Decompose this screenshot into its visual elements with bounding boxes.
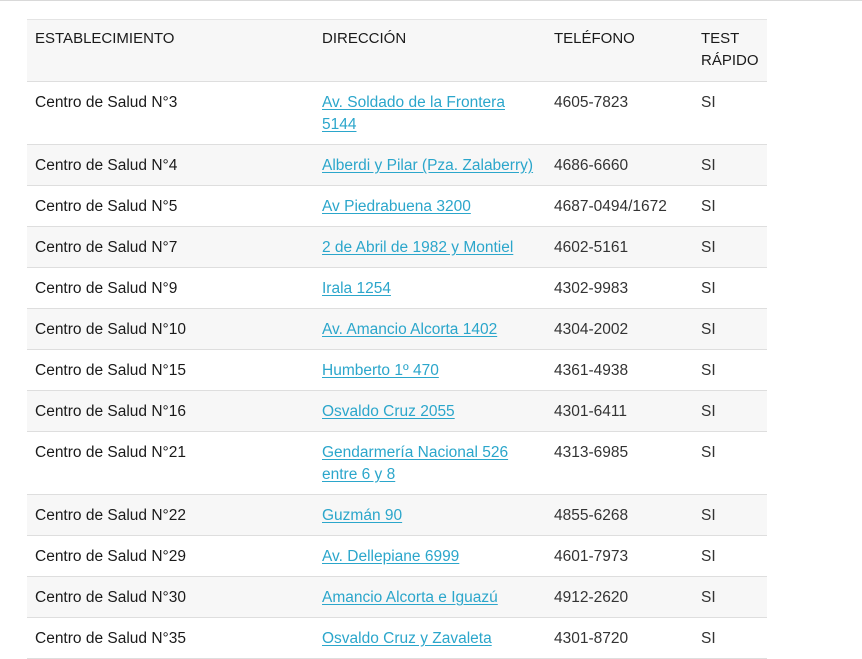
rapid-test-cell: SI bbox=[693, 431, 767, 495]
page: ESTABLECIMIENTO DIRECCIÓN TELÉFONO TEST … bbox=[0, 0, 862, 659]
address-link[interactable]: Av. Amancio Alcorta 1402 bbox=[322, 321, 497, 338]
header-direccion: DIRECCIÓN bbox=[314, 19, 546, 82]
table-row: Centro de Salud N°5 Av Piedrabuena 3200 46… bbox=[27, 185, 767, 227]
address-link[interactable]: Av Piedrabuena 3200 bbox=[322, 198, 471, 215]
header-telefono: TELÉFONO bbox=[546, 19, 693, 82]
table-header-row: ESTABLECIMIENTO DIRECCIÓN TELÉFONO TEST … bbox=[27, 19, 767, 82]
health-centers-table: ESTABLECIMIENTO DIRECCIÓN TELÉFONO TEST … bbox=[27, 19, 767, 659]
establishment-name: Centro de Salud N°35 bbox=[27, 617, 314, 659]
table-row: Centro de Salud N°10 Av. Amancio Alcorta … bbox=[27, 308, 767, 350]
establishment-name: Centro de Salud N°7 bbox=[27, 226, 314, 268]
address-link[interactable]: Av. Soldado de la Frontera 5144 bbox=[322, 94, 505, 133]
rapid-test-cell: SI bbox=[693, 535, 767, 577]
address-cell: 2 de Abril de 1982 y Montiel bbox=[314, 226, 546, 268]
table-row: Centro de Salud N°29 Av. Dellepiane 6999 4… bbox=[27, 535, 767, 577]
address-cell: Guzmán 90 bbox=[314, 494, 546, 536]
phone-cell: 4301-8720 bbox=[546, 617, 693, 659]
phone-cell: 4361-4938 bbox=[546, 349, 693, 391]
table-header: ESTABLECIMIENTO DIRECCIÓN TELÉFONO TEST … bbox=[27, 19, 767, 82]
rapid-test-cell: SI bbox=[693, 267, 767, 309]
rapid-test-cell: SI bbox=[693, 144, 767, 186]
address-cell: Amancio Alcorta e Iguazú bbox=[314, 576, 546, 618]
header-test-rapido: TEST RÁPIDO bbox=[693, 19, 767, 82]
establishment-name: Centro de Salud N°4 bbox=[27, 144, 314, 186]
rapid-test-cell: SI bbox=[693, 617, 767, 659]
address-cell: Av. Soldado de la Frontera 5144 bbox=[314, 81, 546, 145]
address-link[interactable]: Osvaldo Cruz y Zavaleta bbox=[322, 630, 492, 647]
table-body: Centro de Salud N°3 Av. Soldado de la Fro… bbox=[27, 81, 767, 659]
address-link[interactable]: Osvaldo Cruz 2055 bbox=[322, 403, 455, 420]
establishment-name: Centro de Salud N°5 bbox=[27, 185, 314, 227]
rapid-test-cell: SI bbox=[693, 349, 767, 391]
address-link[interactable]: Av. Dellepiane 6999 bbox=[322, 548, 459, 565]
establishment-name: Centro de Salud N°30 bbox=[27, 576, 314, 618]
address-cell: Av. Amancio Alcorta 1402 bbox=[314, 308, 546, 350]
establishment-name: Centro de Salud N°29 bbox=[27, 535, 314, 577]
address-link[interactable]: Humberto 1º 470 bbox=[322, 362, 439, 379]
rapid-test-cell: SI bbox=[693, 81, 767, 145]
phone-cell: 4855-6268 bbox=[546, 494, 693, 536]
table-row: Centro de Salud N°7 2 de Abril de 1982 y … bbox=[27, 226, 767, 268]
phone-cell: 4605-7823 bbox=[546, 81, 693, 145]
establishment-name: Centro de Salud N°10 bbox=[27, 308, 314, 350]
phone-cell: 4301-6411 bbox=[546, 390, 693, 432]
address-link[interactable]: Irala 1254 bbox=[322, 280, 391, 297]
address-link[interactable]: 2 de Abril de 1982 y Montiel bbox=[322, 239, 513, 256]
table-row: Centro de Salud N°15 Humberto 1º 470 4361-… bbox=[27, 349, 767, 391]
phone-cell: 4686-6660 bbox=[546, 144, 693, 186]
address-link[interactable]: Amancio Alcorta e Iguazú bbox=[322, 589, 498, 606]
address-cell: Av. Dellepiane 6999 bbox=[314, 535, 546, 577]
phone-cell: 4687-0494/1672 bbox=[546, 185, 693, 227]
table-row: Centro de Salud N°22 Guzmán 90 4855-6268 SI bbox=[27, 494, 767, 536]
address-cell: Humberto 1º 470 bbox=[314, 349, 546, 391]
table-row: Centro de Salud N°4 Alberdi y Pilar (Pza.… bbox=[27, 144, 767, 186]
address-cell: Osvaldo Cruz y Zavaleta bbox=[314, 617, 546, 659]
establishment-name: Centro de Salud N°16 bbox=[27, 390, 314, 432]
table-row: Centro de Salud N°21 Gendarmería Nacional… bbox=[27, 431, 767, 495]
phone-cell: 4601-7973 bbox=[546, 535, 693, 577]
phone-cell: 4302-9983 bbox=[546, 267, 693, 309]
phone-cell: 4912-2620 bbox=[546, 576, 693, 618]
address-cell: Av Piedrabuena 3200 bbox=[314, 185, 546, 227]
table-row: Centro de Salud N°35 Osvaldo Cruz y Zaval… bbox=[27, 617, 767, 659]
address-link[interactable]: Alberdi y Pilar (Pza. Zalaberry) bbox=[322, 157, 533, 174]
address-link[interactable]: Guzmán 90 bbox=[322, 507, 402, 524]
rapid-test-cell: SI bbox=[693, 494, 767, 536]
phone-cell: 4304-2002 bbox=[546, 308, 693, 350]
rapid-test-cell: SI bbox=[693, 390, 767, 432]
establishment-name: Centro de Salud N°21 bbox=[27, 431, 314, 495]
rapid-test-cell: SI bbox=[693, 185, 767, 227]
address-link[interactable]: Gendarmería Nacional 526 entre 6 y 8 bbox=[322, 444, 508, 483]
table-row: Centro de Salud N°3 Av. Soldado de la Fro… bbox=[27, 81, 767, 145]
phone-cell: 4313-6985 bbox=[546, 431, 693, 495]
establishment-name: Centro de Salud N°9 bbox=[27, 267, 314, 309]
establishment-name: Centro de Salud N°3 bbox=[27, 81, 314, 145]
address-cell: Irala 1254 bbox=[314, 267, 546, 309]
address-cell: Osvaldo Cruz 2055 bbox=[314, 390, 546, 432]
header-establecimiento: ESTABLECIMIENTO bbox=[27, 19, 314, 82]
table-row: Centro de Salud N°30 Amancio Alcorta e Ig… bbox=[27, 576, 767, 618]
rapid-test-cell: SI bbox=[693, 226, 767, 268]
table-row: Centro de Salud N°9 Irala 1254 4302-9983 SI bbox=[27, 267, 767, 309]
table-row: Centro de Salud N°16 Osvaldo Cruz 2055 430… bbox=[27, 390, 767, 432]
phone-cell: 4602-5161 bbox=[546, 226, 693, 268]
address-cell: Gendarmería Nacional 526 entre 6 y 8 bbox=[314, 431, 546, 495]
address-cell: Alberdi y Pilar (Pza. Zalaberry) bbox=[314, 144, 546, 186]
rapid-test-cell: SI bbox=[693, 576, 767, 618]
establishment-name: Centro de Salud N°22 bbox=[27, 494, 314, 536]
establishment-name: Centro de Salud N°15 bbox=[27, 349, 314, 391]
rapid-test-cell: SI bbox=[693, 308, 767, 350]
top-divider bbox=[0, 0, 862, 1]
